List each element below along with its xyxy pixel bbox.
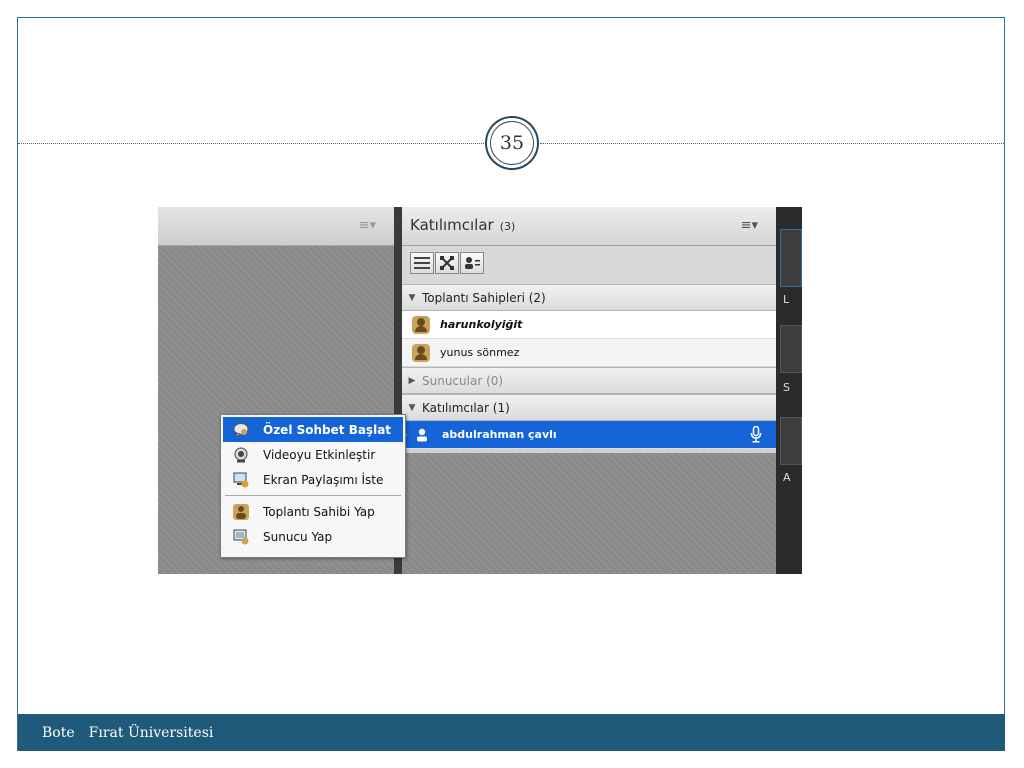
right-pod-label: L bbox=[783, 293, 790, 306]
menu-item-request-screen-share[interactable]: Ekran Paylaşımı İste bbox=[223, 467, 403, 492]
right-pod-edge: L S A bbox=[776, 207, 802, 574]
expand-triangle-icon: ▼ bbox=[408, 402, 416, 413]
slide-footer: Bote Fırat Üniversitesi bbox=[18, 714, 1005, 751]
page-number: 35 bbox=[490, 121, 534, 165]
webcam-icon bbox=[234, 447, 248, 462]
list-icon bbox=[414, 257, 430, 269]
screen-share-icon bbox=[233, 472, 249, 487]
menu-item-label: Toplantı Sahibi Yap bbox=[263, 504, 375, 519]
grid-icon bbox=[440, 256, 454, 270]
menu-item-label: Özel Sohbet Başlat bbox=[263, 422, 392, 437]
menu-item-make-presenter[interactable]: Sunucu Yap bbox=[223, 524, 403, 549]
right-pod-thumbnail[interactable] bbox=[780, 229, 802, 287]
expand-triangle-icon: ▼ bbox=[408, 292, 416, 303]
attendees-pod-header: Katılımcılar (3) ≡▾ bbox=[402, 207, 776, 246]
section-hosts-label: Toplantı Sahipleri (2) bbox=[422, 290, 546, 305]
section-presenters[interactable]: ▶ Sunucular (0) bbox=[402, 367, 776, 394]
section-presenters-label: Sunucular (0) bbox=[422, 373, 504, 388]
attendee-context-menu: Özel Sohbet Başlat Videoyu Etkinleştir E… bbox=[220, 414, 406, 558]
presenter-icon bbox=[233, 529, 249, 544]
footer-institution: Fırat Üniversitesi bbox=[88, 724, 214, 741]
section-participants-label: Katılımcılar (1) bbox=[422, 400, 510, 415]
app-screenshot: ≡▾ Katılımcılar (3) ≡▾ ▼ Toplantı Sahiple… bbox=[158, 207, 802, 574]
attendee-row[interactable]: harunkolyiğit bbox=[402, 311, 776, 339]
attendees-pod-menu-icon[interactable]: ≡▾ bbox=[741, 218, 758, 233]
section-hosts[interactable]: ▼ Toplantı Sahipleri (2) bbox=[402, 284, 776, 311]
header-rule-left bbox=[18, 143, 484, 144]
host-user-icon bbox=[412, 343, 430, 362]
left-pod-menu-icon[interactable]: ≡▾ bbox=[359, 218, 376, 233]
role-view-button[interactable] bbox=[460, 252, 484, 274]
list-view-button[interactable] bbox=[410, 252, 434, 274]
menu-item-make-host[interactable]: Toplantı Sahibi Yap bbox=[223, 499, 403, 524]
menu-item-label: Videoyu Etkinleştir bbox=[263, 447, 376, 462]
menu-item-label: Sunucu Yap bbox=[263, 529, 333, 544]
attendees-pod: Katılımcılar (3) ≡▾ ▼ Toplantı Sahipleri … bbox=[401, 207, 776, 574]
right-pod-label: A bbox=[783, 471, 791, 484]
roles-icon bbox=[465, 257, 480, 269]
right-pod-label: S bbox=[783, 381, 790, 394]
menu-item-private-chat[interactable]: Özel Sohbet Başlat bbox=[223, 417, 403, 442]
menu-separator bbox=[225, 495, 401, 496]
attendee-name: yunus sönmez bbox=[440, 346, 520, 359]
menu-item-enable-video[interactable]: Videoyu Etkinleştir bbox=[223, 442, 403, 467]
attendees-title-label: Katılımcılar bbox=[410, 216, 494, 234]
section-participants[interactable]: ▼ Katılımcılar (1) bbox=[402, 394, 776, 421]
host-icon bbox=[233, 503, 249, 520]
attendee-view-toolbar bbox=[402, 246, 776, 284]
host-user-icon bbox=[412, 315, 430, 334]
menu-item-label: Ekran Paylaşımı İste bbox=[263, 472, 384, 487]
microphone-icon[interactable] bbox=[750, 426, 762, 443]
attendee-name: harunkolyiğit bbox=[440, 318, 523, 331]
header-rule-right bbox=[540, 143, 1004, 144]
footer-author: Bote bbox=[42, 724, 75, 741]
collapse-triangle-icon: ▶ bbox=[408, 375, 416, 386]
grid-view-button[interactable] bbox=[435, 252, 459, 274]
left-pod-header: ≡▾ bbox=[158, 207, 394, 246]
participant-user-icon bbox=[417, 428, 427, 441]
attendees-list-empty-area bbox=[402, 453, 776, 574]
attendees-count: (3) bbox=[499, 220, 516, 233]
attendee-row[interactable]: yunus sönmez bbox=[402, 339, 776, 367]
page-number-badge: 35 bbox=[485, 116, 539, 170]
attendee-name: abdulrahman çavlı bbox=[442, 428, 557, 441]
attendee-row-selected[interactable]: abdulrahman çavlı bbox=[401, 421, 776, 449]
chat-icon bbox=[233, 422, 249, 438]
right-pod-thumbnail[interactable] bbox=[780, 325, 802, 373]
attendees-pod-title: Katılımcılar (3) bbox=[410, 216, 515, 234]
right-pod-thumbnail[interactable] bbox=[780, 417, 802, 465]
